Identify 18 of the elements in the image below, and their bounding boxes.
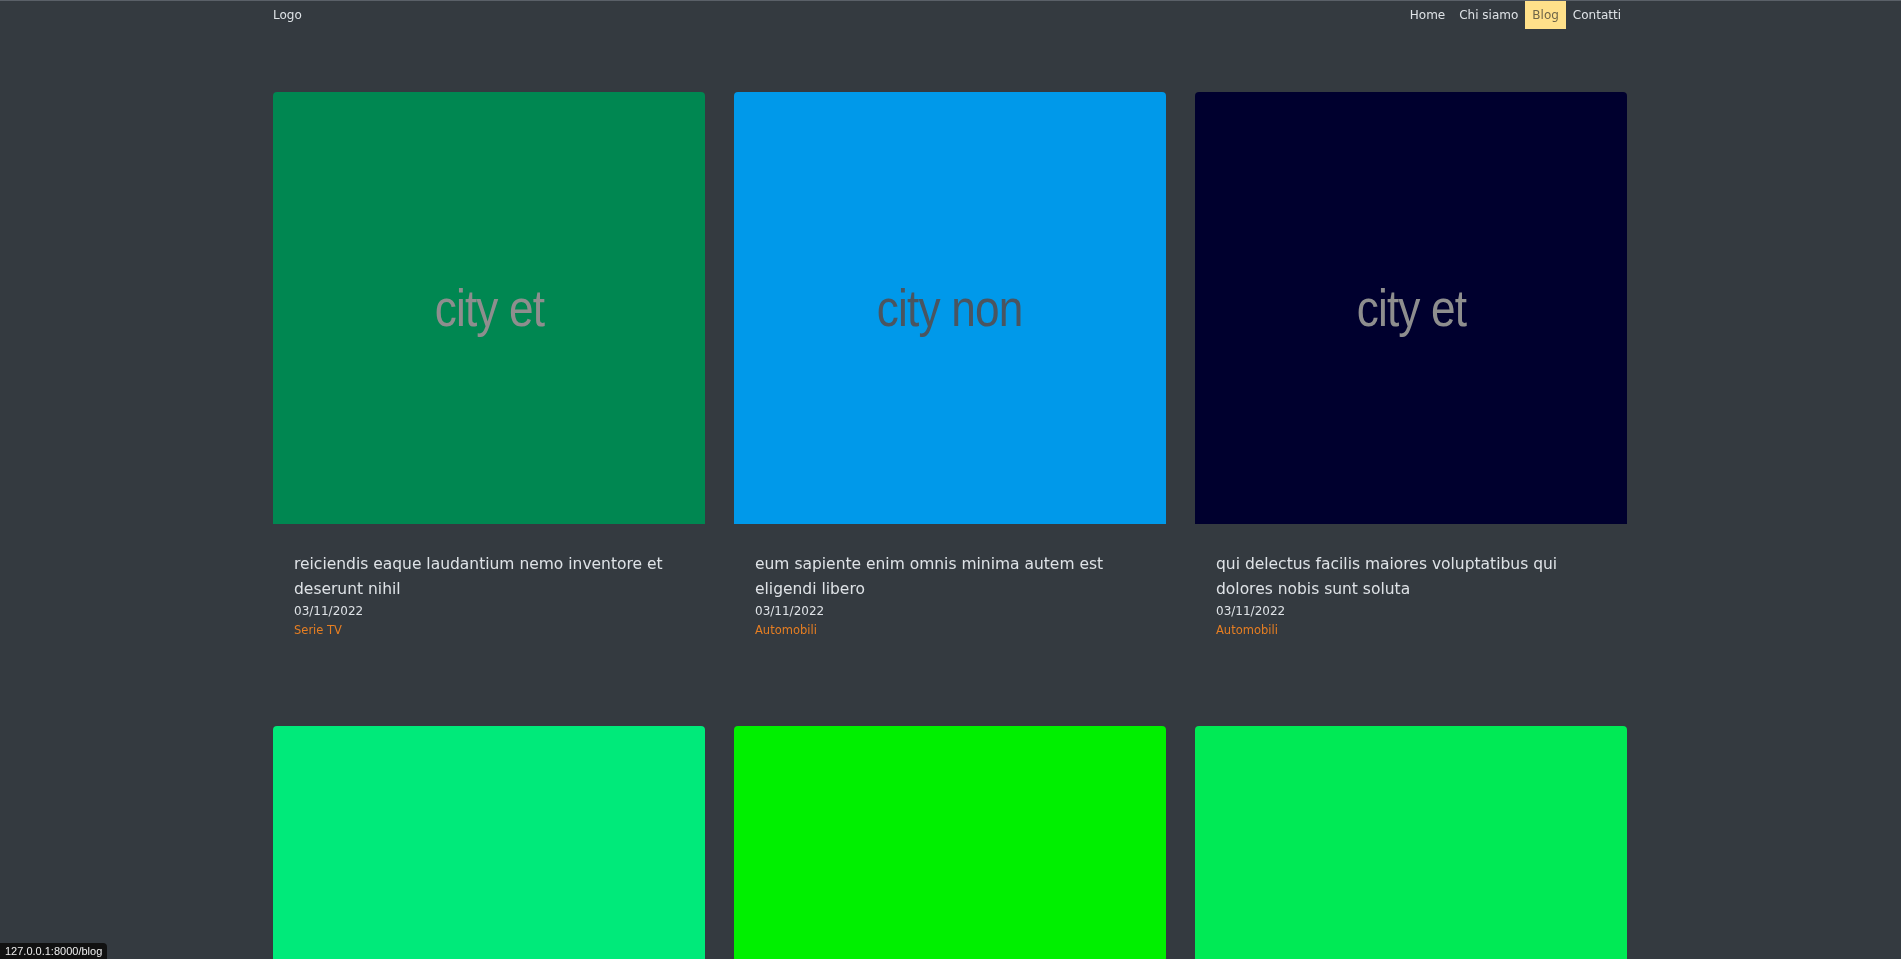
post-date: 03/11/2022 [755, 603, 825, 620]
post-title[interactable]: reiciendis eaque laudantium nemo inventore et deserunt nihil [294, 552, 684, 602]
nav-link[interactable]: Blog [1525, 1, 1566, 29]
category-link[interactable]: Automobili [1216, 620, 1278, 640]
post-date: 03/11/2022 [294, 603, 364, 620]
nav-link[interactable]: Home [1402, 1, 1453, 29]
post-date: 03/11/2022 [1216, 603, 1286, 620]
category-link[interactable]: Automobili [755, 620, 817, 640]
nav-link[interactable]: Chi siamo [1452, 1, 1526, 29]
logo-link[interactable]: Logo [273, 1, 302, 29]
image-caption: city et [1356, 278, 1466, 338]
status-url: 127.0.0.1:8000/blog [0, 943, 108, 959]
post-title[interactable]: qui delectus facilis maiores voluptatibus qui dolores nobis sunt soluta [1216, 552, 1606, 602]
category-link[interactable]: Serie TV [294, 620, 342, 640]
nav-link[interactable]: Contatti [1565, 1, 1628, 29]
post-title[interactable]: eum sapiente enim omnis minima autem est eligendi libero [755, 552, 1145, 602]
image-caption: city et [434, 278, 544, 338]
image-caption: city non [877, 278, 1023, 338]
